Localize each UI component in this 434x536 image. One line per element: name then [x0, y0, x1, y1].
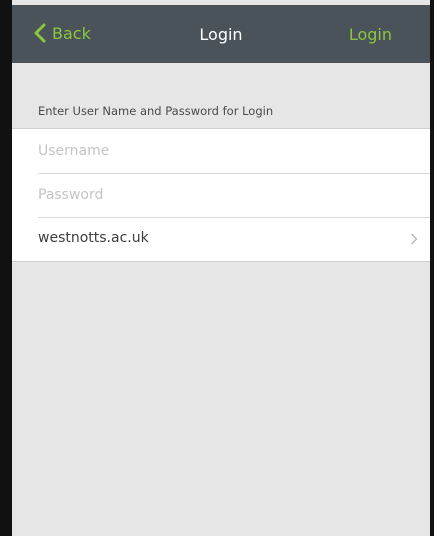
section-header: Enter User Name and Password for Login — [38, 104, 274, 118]
chevron-right-icon — [411, 233, 418, 245]
password-row — [12, 173, 430, 217]
device-bezel-left — [0, 0, 12, 536]
domain-value: westnotts.ac.uk — [38, 230, 149, 246]
navigation-bar: Back Login Login — [12, 5, 430, 63]
login-form-group: westnotts.ac.uk — [12, 128, 430, 262]
login-screen: Back Login Login Enter User Name and Pas… — [12, 0, 430, 536]
password-field[interactable] — [38, 183, 398, 207]
login-button[interactable]: Login — [349, 25, 392, 44]
domain-row[interactable]: westnotts.ac.uk — [12, 217, 430, 261]
username-field[interactable] — [38, 139, 398, 163]
device-bezel-right — [430, 0, 434, 536]
username-row — [12, 129, 430, 173]
